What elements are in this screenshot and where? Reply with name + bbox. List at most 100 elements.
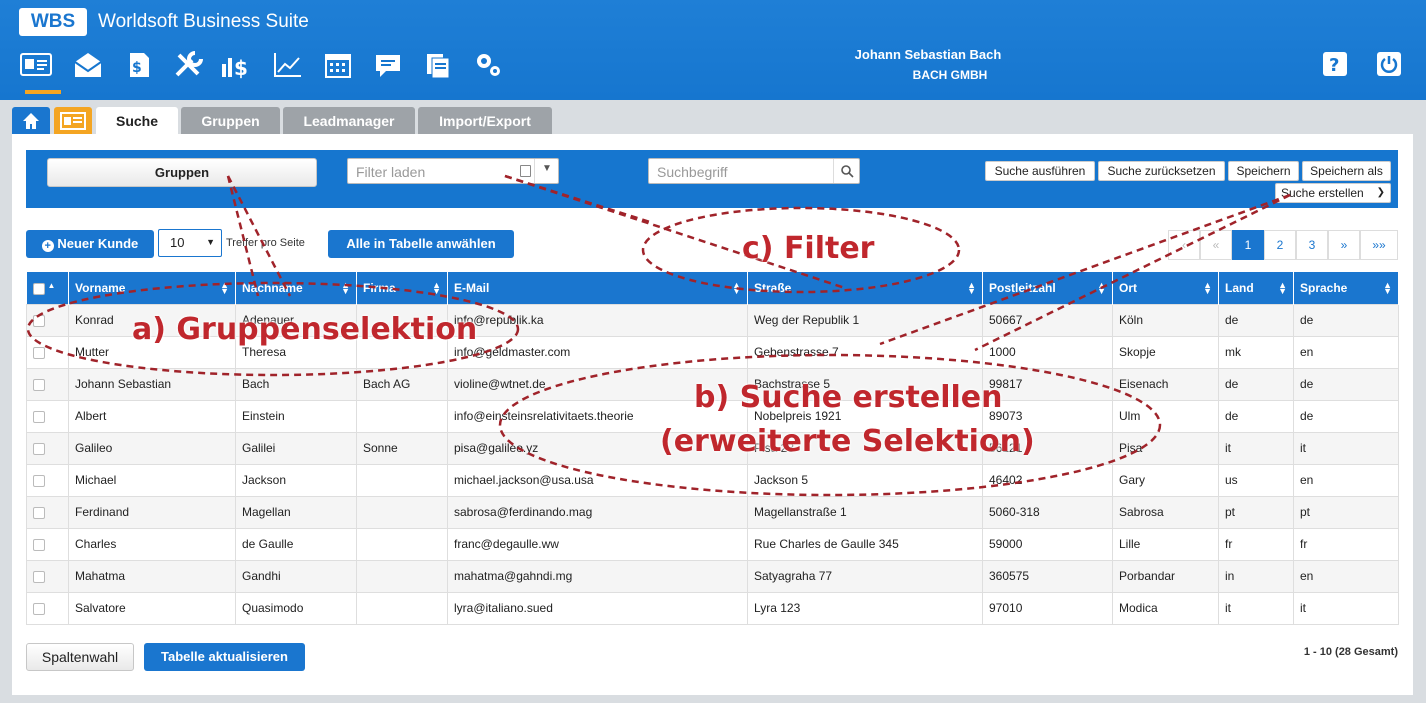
row-checkbox[interactable] [26, 335, 69, 369]
tab-suche[interactable]: Suche [96, 107, 178, 135]
pager-page-3[interactable]: 3 [1296, 230, 1328, 260]
tab-contacts[interactable] [54, 107, 92, 135]
table-cell: Salvatore [68, 591, 236, 625]
select-all-checkbox[interactable]: ▲ [26, 272, 69, 304]
new-customer-button[interactable]: + Neuer Kunde [26, 230, 154, 258]
tab-gruppen[interactable]: Gruppen [181, 107, 280, 135]
filter-placeholder: Filter laden [356, 164, 426, 180]
create-search-select[interactable]: Suche erstellen ❯ [1275, 183, 1391, 203]
help-icon[interactable]: ? [1323, 52, 1347, 76]
table-cell: it [1218, 431, 1294, 465]
table-row[interactable]: Salvatore Quasimodo lyra@italiano.sued Lyra… [26, 591, 1399, 625]
row-checkbox[interactable] [26, 463, 69, 497]
table-cell: lyra@italiano.sued [447, 591, 748, 625]
per-page-select[interactable]: 10 ▼ [158, 229, 222, 257]
calendar-icon[interactable] [322, 50, 354, 80]
save-button[interactable]: Speichern [1228, 161, 1299, 181]
column-header[interactable]: Postleitzahl ▲ ▼ [982, 272, 1113, 304]
table-cell: mk [1218, 335, 1294, 369]
column-header[interactable]: Vorname ▲ ▼ [68, 272, 236, 304]
table-cell: Gandhi [235, 559, 357, 593]
row-checkbox[interactable] [26, 527, 69, 561]
table-cell: franc@degaulle.ww [447, 527, 748, 561]
table-cell: 360575 [982, 559, 1113, 593]
table-cell: info@republik.ka [447, 303, 748, 337]
column-header[interactable]: Firma ▲ ▼ [356, 272, 448, 304]
contacts-card-icon[interactable] [20, 50, 52, 80]
table-row[interactable]: Ferdinand Magellan sabrosa@ferdinando.mag M… [26, 495, 1399, 529]
column-header[interactable]: Land ▲ ▼ [1218, 272, 1294, 304]
contacts-card-icon [60, 112, 86, 130]
power-icon[interactable] [1377, 52, 1401, 76]
chevron-down-icon[interactable]: ▼ [542, 163, 552, 174]
column-header[interactable]: Nachname ▲ ▼ [235, 272, 357, 304]
table-cell: Sonne [356, 431, 448, 465]
search-icon[interactable] [840, 164, 854, 178]
reset-search-button[interactable]: Suche zurücksetzen [1098, 161, 1225, 181]
pager-first[interactable]: ‹ [1168, 230, 1200, 260]
select-all-button[interactable]: Alle in Tabelle anwählen [328, 230, 514, 258]
table-cell: 50667 [982, 303, 1113, 337]
table-cell: Magellanstraße 1 [747, 495, 983, 529]
table-cell: it [1218, 591, 1294, 625]
pager-page-2[interactable]: 2 [1264, 230, 1296, 260]
invoice-icon[interactable]: $ [122, 50, 154, 80]
search-input[interactable]: Suchbegriff [648, 158, 860, 184]
row-checkbox[interactable] [26, 495, 69, 529]
chat-icon[interactable] [372, 50, 404, 80]
table-cell: Lyra 123 [747, 591, 983, 625]
shop-dollar-icon[interactable]: $ [220, 50, 252, 80]
chart-icon[interactable] [272, 50, 304, 80]
column-choice-button[interactable]: Spaltenwahl [26, 643, 134, 671]
table-cell: Quasimodo [235, 591, 357, 625]
row-checkbox[interactable] [26, 591, 69, 625]
row-checkbox[interactable] [26, 303, 69, 337]
tools-icon[interactable] [172, 50, 204, 80]
table-cell: 1000 [982, 335, 1113, 369]
table-cell: Albert [68, 399, 236, 433]
table-cell: Mahatma [68, 559, 236, 593]
documents-icon[interactable] [422, 50, 454, 80]
tab-import-export[interactable]: Import/Export [418, 107, 552, 135]
table-cell: Galilei [235, 431, 357, 465]
pager-last[interactable]: »» [1360, 230, 1398, 260]
pager-prev[interactable]: « [1200, 230, 1232, 260]
annotation-a: a) Gruppenselektion [132, 312, 478, 347]
table-cell: Bach AG [356, 367, 448, 401]
svg-text:$: $ [132, 60, 142, 76]
save-as-button[interactable]: Speichern als [1302, 161, 1391, 181]
column-header[interactable]: Straße ▲ ▼ [747, 272, 983, 304]
annotation-b-title: b) Suche erstellen [694, 380, 1003, 415]
row-checkbox[interactable] [26, 431, 69, 465]
table-cell: Lille [1112, 527, 1219, 561]
mail-icon[interactable] [72, 50, 104, 80]
row-checkbox[interactable] [26, 559, 69, 593]
settings-gears-icon[interactable] [472, 50, 504, 80]
table-cell: Porbandar [1112, 559, 1219, 593]
table-cell: 46402 [982, 463, 1113, 497]
tab-home[interactable] [12, 107, 50, 135]
pager-next[interactable]: » [1328, 230, 1360, 260]
row-checkbox[interactable] [26, 367, 69, 401]
chevron-down-icon: ❯ [1376, 187, 1385, 198]
filter-select[interactable]: Filter laden ▼ [347, 158, 559, 184]
row-checkbox[interactable] [26, 399, 69, 433]
run-search-button[interactable]: Suche ausführen [985, 161, 1095, 181]
groups-button[interactable]: Gruppen [47, 158, 317, 187]
save-filter-icon[interactable] [520, 165, 531, 177]
table-cell: Sabrosa [1112, 495, 1219, 529]
column-header[interactable]: Sprache ▲ ▼ [1293, 272, 1399, 304]
table-row[interactable]: Michael Jackson michael.jackson@usa.usa Jac… [26, 463, 1399, 497]
column-header[interactable]: E-Mail ▲ ▼ [447, 272, 748, 304]
table-row[interactable]: Mahatma Gandhi mahatma@gahndi.mg Satyagraha… [26, 559, 1399, 593]
table-cell: sabrosa@ferdinando.mag [447, 495, 748, 529]
table-row[interactable]: Charles de Gaulle franc@degaulle.ww Rue Cha… [26, 527, 1399, 561]
tab-leadmanager[interactable]: Leadmanager [283, 107, 415, 135]
table-cell: michael.jackson@usa.usa [447, 463, 748, 497]
table-cell: Eisenach [1112, 367, 1219, 401]
pager-page-1[interactable]: 1 [1232, 230, 1264, 260]
table-cell: fr [1218, 527, 1294, 561]
refresh-table-button[interactable]: Tabelle aktualisieren [144, 643, 305, 671]
wbs-logo[interactable]: WBS [19, 8, 87, 36]
column-header[interactable]: Ort ▲ ▼ [1112, 272, 1219, 304]
